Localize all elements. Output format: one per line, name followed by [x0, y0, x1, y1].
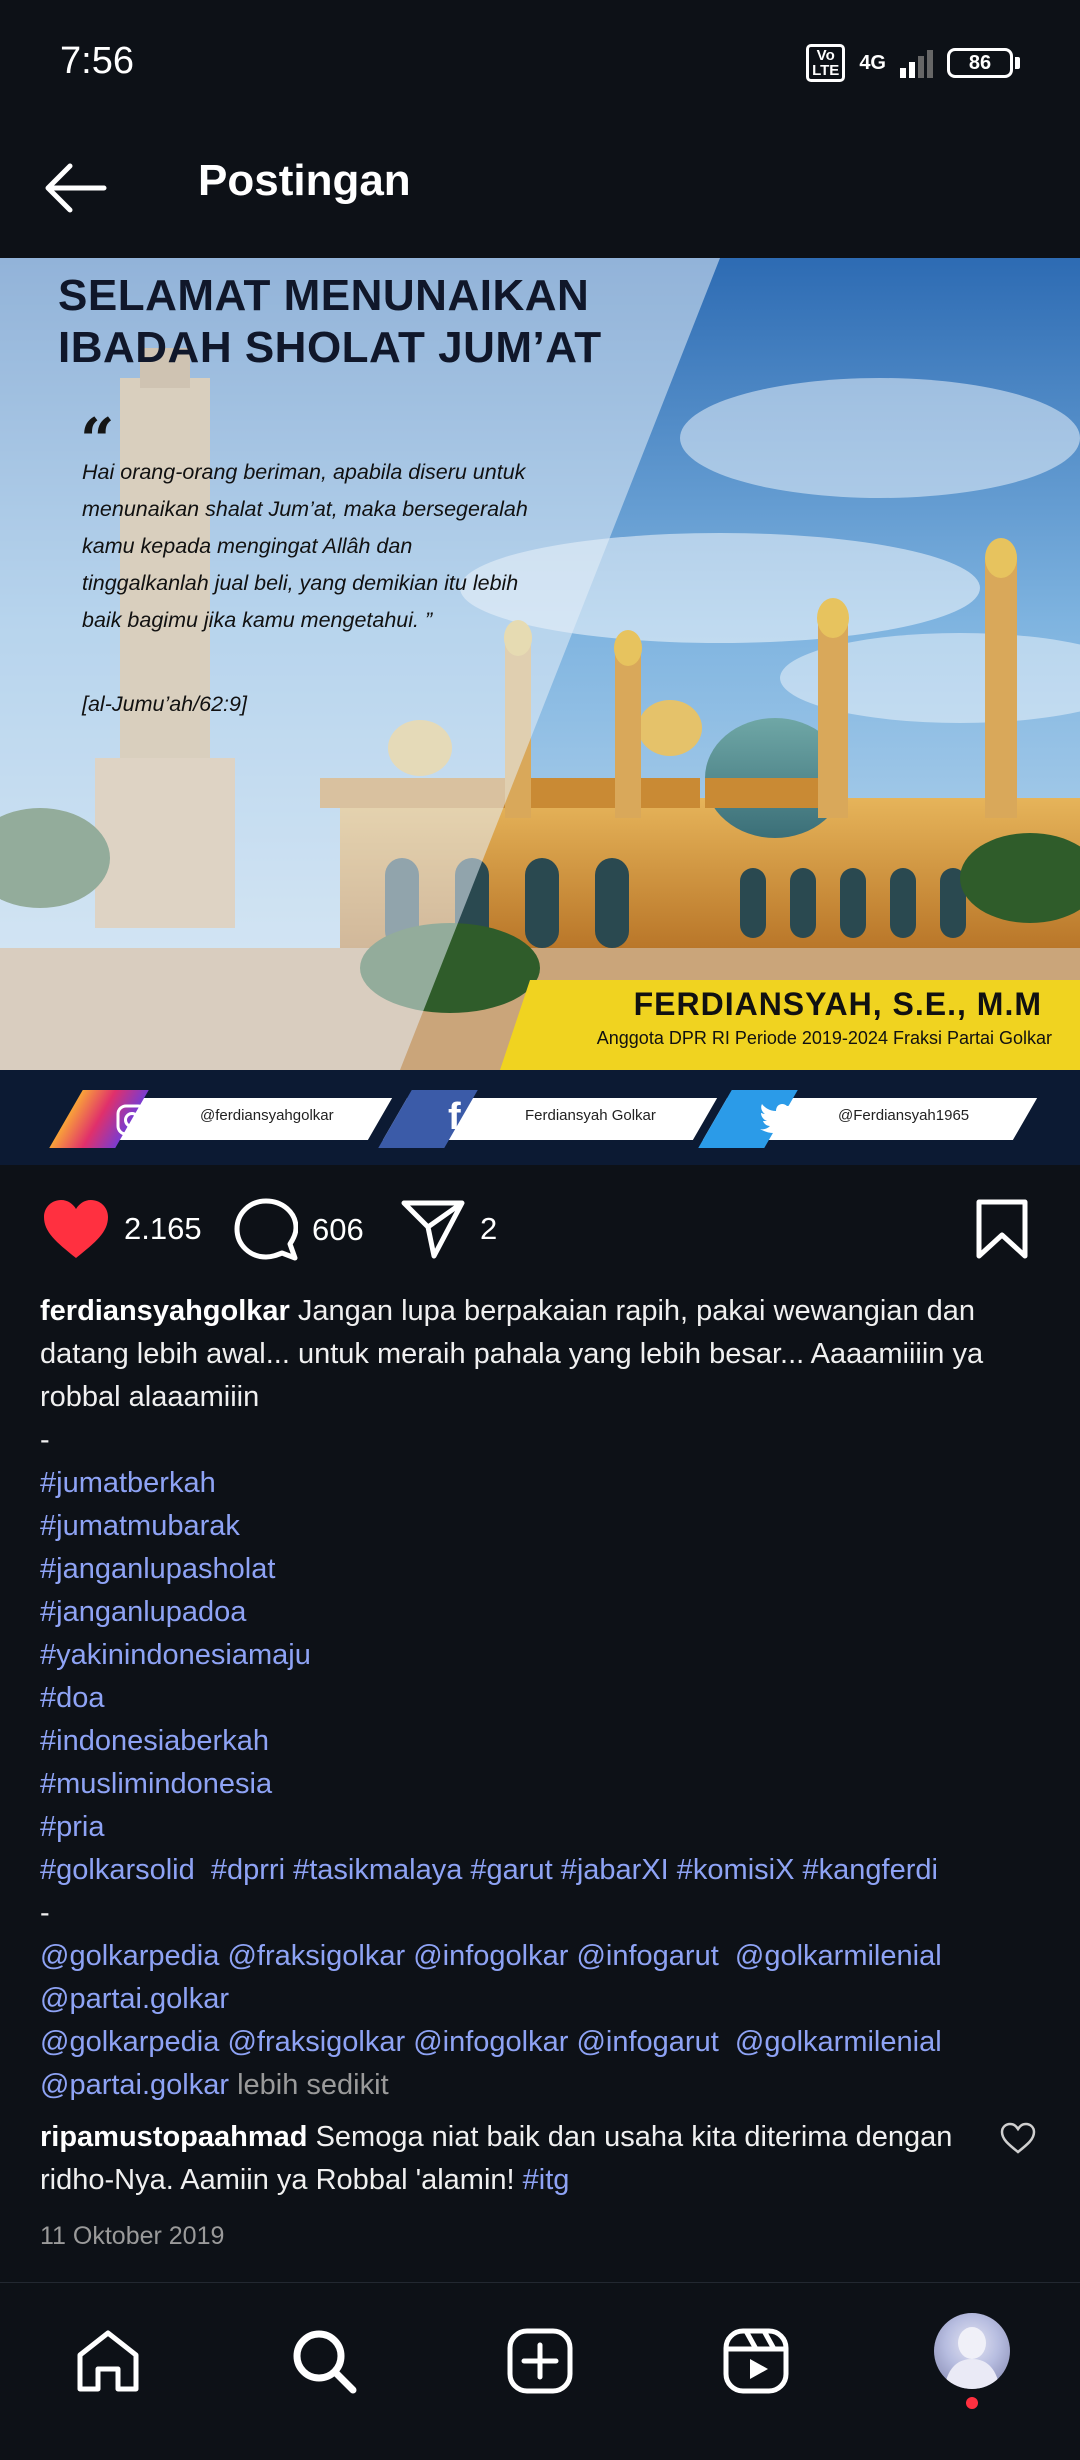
share-count: 2	[480, 1211, 498, 1246]
hashtag[interactable]: #muslimindonesia	[40, 1763, 1040, 1806]
comment-username[interactable]: ripamustopaahmad	[40, 2121, 308, 2153]
bookmark-icon	[976, 1199, 1028, 1259]
bottom-nav	[0, 2282, 1080, 2460]
mention-line: @partai.golkar lebih sedikit	[40, 2064, 1040, 2107]
hashtag[interactable]: #indonesiaberkah	[40, 1720, 1040, 1763]
hashtag[interactable]: #itg	[523, 2164, 570, 2196]
heart-icon	[44, 1200, 108, 1258]
nav-reels[interactable]	[720, 2325, 792, 2397]
heart-outline-icon	[1000, 2122, 1036, 2154]
hashtag[interactable]: #jumatmubarak	[40, 1505, 1040, 1548]
comment-bubble-icon	[234, 1198, 298, 1261]
status-icons: Vo LTE 4G 86	[806, 44, 1020, 82]
image-subtitle: Anggota DPR RI Periode 2019-2024 Fraksi …	[596, 1028, 1052, 1048]
mention[interactable]: @infogolkar	[413, 1940, 568, 1972]
social-strip: @ferdiansyahgolkar f Ferdiansyah Golkar …	[0, 1070, 1080, 1165]
paper-plane-icon	[401, 1200, 465, 1259]
facebook-icon: f	[448, 1096, 461, 1138]
instagram-icon	[116, 1104, 148, 1136]
battery-icon: 86	[947, 48, 1020, 78]
show-less-link[interactable]: lebih sedikit	[237, 2069, 389, 2101]
avatar-image	[944, 2327, 1000, 2389]
caption-text: ferdiansyahgolkar Jangan lupa berpakaian…	[40, 1290, 1040, 1419]
comment-count: 606	[312, 1212, 364, 1247]
instagram-handle: @ferdiansyahgolkar	[200, 1107, 334, 1124]
home-icon	[77, 2330, 139, 2392]
nav-home[interactable]	[72, 2325, 144, 2397]
mention[interactable]: @infogolkar	[413, 2026, 568, 2058]
like-count: 2.165	[124, 1211, 202, 1246]
twitter-handle: @Ferdiansyah1965	[838, 1107, 970, 1124]
hashtag[interactable]: #golkarsolid	[40, 1854, 195, 1886]
facebook-handle: Ferdiansyah Golkar	[525, 1107, 656, 1124]
hashtag[interactable]: #jabarXI	[561, 1854, 669, 1886]
hashtag[interactable]: #jumatberkah	[40, 1462, 1040, 1505]
hashtag[interactable]: #pria	[40, 1806, 1040, 1849]
comment-button[interactable]: 606	[234, 1198, 364, 1262]
mention[interactable]: @partai.golkar	[40, 2069, 229, 2101]
hashtag[interactable]: #kangferdi	[803, 1854, 938, 1886]
notification-dot	[966, 2397, 978, 2409]
mention[interactable]: @golkarmilenial	[735, 2026, 942, 2058]
hashtag-line: #golkarsolid #dprri #tasikmalaya #garut …	[40, 1849, 1040, 1892]
battery-level: 86	[947, 48, 1013, 78]
mention-line: @golkarpedia @fraksigolkar @infogolkar @…	[40, 2021, 1040, 2064]
network-type: 4G	[859, 51, 886, 74]
image-title: SELAMAT MENUNAIKAN IBADAH SHOLAT JUM’AT	[58, 271, 602, 372]
status-bar: 7:56 Vo LTE 4G 86	[0, 0, 1080, 130]
nav-create[interactable]	[504, 2325, 576, 2397]
image-quote: Hai orang-orang beriman, apabila diseru …	[82, 460, 528, 632]
hashtag[interactable]: #janganlupadoa	[40, 1591, 1040, 1634]
search-icon	[293, 2330, 357, 2394]
caption-username[interactable]: ferdiansyahgolkar	[40, 1295, 290, 1327]
hashtag[interactable]: #tasikmalaya	[293, 1854, 462, 1886]
reels-icon	[723, 2328, 789, 2394]
arrow-left-icon	[45, 163, 107, 213]
post-date: 11 Oktober 2019	[40, 2222, 225, 2250]
comment-item: ripamustopaahmad Semoga niat baik dan us…	[40, 2116, 980, 2202]
signal-icon	[900, 48, 933, 78]
image-name: FERDIANSYAH, S.E., M.M	[633, 986, 1042, 1022]
top-bar: Postingan	[0, 130, 1080, 258]
back-button[interactable]	[40, 152, 112, 224]
nav-profile-avatar[interactable]	[934, 2313, 1010, 2389]
nav-search[interactable]	[288, 2325, 360, 2397]
mention[interactable]: @golkarmilenial	[735, 1940, 942, 1972]
mention[interactable]: @infogarut	[576, 2026, 718, 2058]
mention[interactable]: @partai.golkar	[40, 1978, 1040, 2021]
comment-like-button[interactable]	[1000, 2122, 1036, 2154]
caption-separator: -	[40, 1897, 50, 1929]
mention[interactable]: @golkarpedia	[40, 2026, 219, 2058]
hashtag[interactable]: #komisiX	[677, 1854, 795, 1886]
like-button[interactable]: 2.165	[42, 1198, 202, 1260]
hashtag[interactable]: #doa	[40, 1677, 1040, 1720]
post-actions: 2.165 606 2	[0, 1170, 1080, 1290]
hashtag[interactable]: #yakinindonesiamaju	[40, 1634, 1040, 1677]
hashtag[interactable]: #garut	[470, 1854, 552, 1886]
image-reference: [al-Jumu’ah/62:9]	[82, 692, 247, 716]
post-image[interactable]: SELAMAT MENUNAIKAN IBADAH SHOLAT JUM’AT …	[0, 258, 1080, 1165]
share-button[interactable]: 2	[400, 1198, 497, 1260]
caption-separator: -	[40, 1424, 50, 1456]
post-caption: ferdiansyahgolkar Jangan lupa berpakaian…	[40, 1290, 1040, 2107]
twitter-icon	[760, 1103, 796, 1133]
mention-line: @golkarpedia @fraksigolkar @infogolkar @…	[40, 1935, 1040, 1978]
page-title: Postingan	[198, 156, 411, 205]
mention[interactable]: @fraksigolkar	[227, 2026, 405, 2058]
save-button[interactable]	[974, 1198, 1030, 1260]
hashtag[interactable]: #dprri	[211, 1854, 285, 1886]
status-time: 7:56	[60, 40, 134, 82]
mention[interactable]: @golkarpedia	[40, 1940, 219, 1972]
volte-icon: Vo LTE	[806, 44, 846, 82]
hashtag[interactable]: #janganlupasholat	[40, 1548, 1040, 1591]
mention[interactable]: @infogarut	[576, 1940, 718, 1972]
mention[interactable]: @fraksigolkar	[227, 1940, 405, 1972]
plus-square-icon	[507, 2328, 573, 2394]
